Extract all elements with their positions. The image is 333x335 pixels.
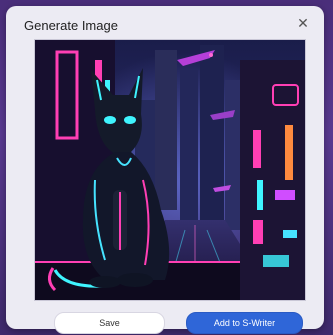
generated-image [34,39,306,301]
dialog-title: Generate Image [24,18,118,33]
save-button[interactable]: Save [54,312,165,334]
close-icon[interactable]: ✕ [296,15,310,31]
add-to-s-writer-button[interactable]: Add to S-Writer [186,312,303,334]
generate-image-dialog: Generate Image ✕ Save Add to S-Writer [6,6,324,334]
